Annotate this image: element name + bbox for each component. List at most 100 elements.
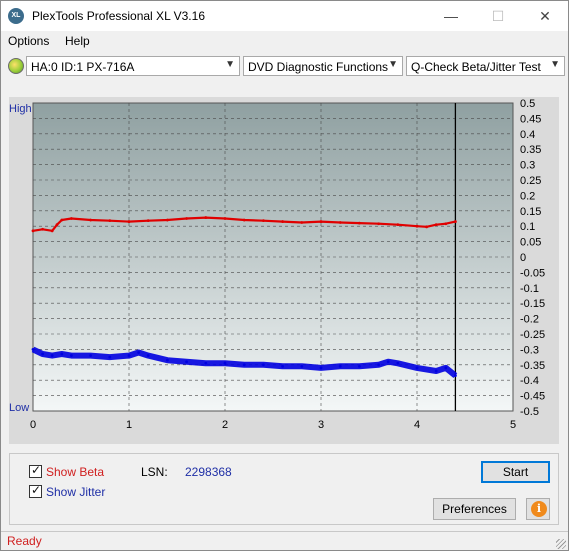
x-tick-label: 1 (126, 419, 132, 431)
data-point-beta (262, 219, 265, 223)
maximize-button[interactable]: ☐ (475, 1, 521, 31)
y-tick-label: 0 (520, 252, 526, 264)
x-tick-label: 4 (414, 419, 420, 431)
data-point-jitter (377, 363, 380, 367)
data-point-beta (185, 217, 189, 220)
y-tick-label: 0.05 (520, 237, 541, 249)
y-tick-label: 0.1 (520, 221, 535, 233)
data-point-beta (146, 219, 150, 223)
y-tick-label: -0.45 (520, 391, 545, 403)
data-point-jitter (60, 352, 64, 356)
status-bar: Ready (1, 531, 568, 551)
data-point-beta (89, 218, 92, 222)
chevron-down-icon: ▼ (388, 59, 398, 70)
check-icon: ✓ (31, 483, 42, 497)
data-point-jitter (137, 351, 141, 354)
menu-bar: Options Help (1, 31, 568, 51)
function-select[interactable]: DVD Diagnostic Functions ▼ (243, 56, 403, 76)
chart-panel: 0.5 0.45 0.4 0.35 0.3 0.25 0.2 0.15 0.1 0.05 0 -0.0… (9, 97, 559, 444)
data-point-beta (444, 222, 448, 226)
chevron-down-icon: ▼ (225, 59, 235, 70)
start-button[interactable]: Start (481, 461, 550, 483)
beta-jitter-chart: 0.5 0.45 0.4 0.35 0.3 0.25 0.2 0.15 0.1 0.05 0 -0.0… (30, 98, 545, 431)
menu-options[interactable]: Options (8, 34, 49, 48)
plextools-logo-icon: XL (8, 8, 24, 24)
drive-select-value: HA:0 ID:1 PX-716A (31, 60, 135, 74)
data-point-beta (108, 219, 112, 223)
data-point-beta (31, 229, 35, 233)
test-select[interactable]: Q-Check Beta/Jitter Test ▼ (406, 56, 565, 76)
data-point-jitter (319, 366, 323, 370)
data-point-beta (425, 225, 428, 229)
low-label: Low (9, 402, 30, 414)
data-point-jitter (41, 352, 44, 356)
data-point-jitter (386, 360, 390, 364)
y-tick-label: -0.3 (520, 344, 539, 356)
y-tick-label: 0.2 (520, 190, 535, 202)
y-tick-label: -0.15 (520, 298, 545, 310)
y-tick-label: -0.35 (520, 360, 545, 372)
data-point-jitter (223, 361, 227, 365)
y-tick-label: 0.4 (520, 129, 535, 141)
y-tick-label: 0.5 (520, 98, 535, 110)
data-point-beta (127, 220, 131, 223)
x-tick-label: 3 (318, 419, 324, 431)
y-tick-label: -0.5 (520, 406, 539, 418)
data-point-jitter (242, 363, 246, 367)
data-point-beta (60, 218, 64, 222)
show-jitter-label[interactable]: Show Jitter (46, 485, 105, 499)
data-point-jitter (415, 366, 419, 370)
data-point-beta (454, 220, 457, 223)
info-button[interactable]: i (526, 498, 550, 520)
data-point-beta (166, 218, 169, 222)
status-text: Ready (7, 534, 42, 548)
test-select-value: Q-Check Beta/Jitter Test (411, 60, 541, 74)
data-point-jitter (281, 364, 284, 368)
minimize-button[interactable]: — (428, 1, 474, 31)
data-point-jitter (338, 364, 342, 368)
data-point-jitter (444, 366, 448, 370)
info-icon: i (531, 501, 547, 517)
show-beta-label[interactable]: Show Beta (46, 465, 104, 479)
data-point-jitter (434, 369, 438, 373)
data-point-jitter (50, 354, 54, 357)
data-point-jitter (396, 361, 400, 365)
close-button[interactable]: ✕ (522, 1, 568, 31)
window-title: PlexTools Professional XL V3.16 (32, 9, 205, 23)
y-tick-label: 0.3 (520, 160, 535, 172)
data-point-beta (70, 217, 73, 220)
data-point-beta (281, 220, 284, 223)
data-point-beta (204, 216, 208, 219)
y-tick-label: -0.4 (520, 375, 539, 387)
data-point-jitter (89, 354, 92, 357)
data-point-jitter (127, 354, 131, 357)
data-point-jitter (185, 360, 189, 364)
x-tick-label: 0 (30, 419, 36, 431)
data-point-beta (434, 223, 438, 227)
y-tick-label: -0.2 (520, 314, 539, 326)
drive-select[interactable]: HA:0 ID:1 PX-716A ▼ (26, 56, 240, 76)
title-bar: XL PlexTools Professional XL V3.16 — ☐ ✕ (1, 1, 568, 31)
data-point-jitter (108, 355, 112, 359)
data-point-beta (396, 223, 400, 227)
preferences-button[interactable]: Preferences (433, 498, 516, 520)
data-point-beta (242, 218, 246, 222)
data-point-jitter (146, 354, 150, 357)
x-tick-label: 2 (222, 419, 228, 431)
app-window: XL PlexTools Professional XL V3.16 — ☐ ✕… (0, 0, 569, 551)
data-point-jitter (70, 354, 73, 357)
data-point-jitter (204, 361, 208, 365)
menu-help[interactable]: Help (65, 34, 90, 48)
y-tick-label: -0.25 (520, 329, 545, 341)
data-point-beta (358, 221, 361, 225)
data-point-beta (377, 222, 380, 226)
data-point-beta (50, 229, 54, 233)
data-point-jitter (454, 374, 457, 377)
function-select-value: DVD Diagnostic Functions (248, 60, 389, 74)
resize-grip-icon[interactable] (556, 539, 566, 549)
show-jitter-checkbox[interactable]: ✓ (29, 483, 42, 498)
show-beta-checkbox[interactable]: ✓ (29, 463, 42, 478)
data-point-beta (415, 224, 419, 228)
data-point-jitter (31, 348, 35, 351)
data-point-jitter (358, 364, 361, 368)
